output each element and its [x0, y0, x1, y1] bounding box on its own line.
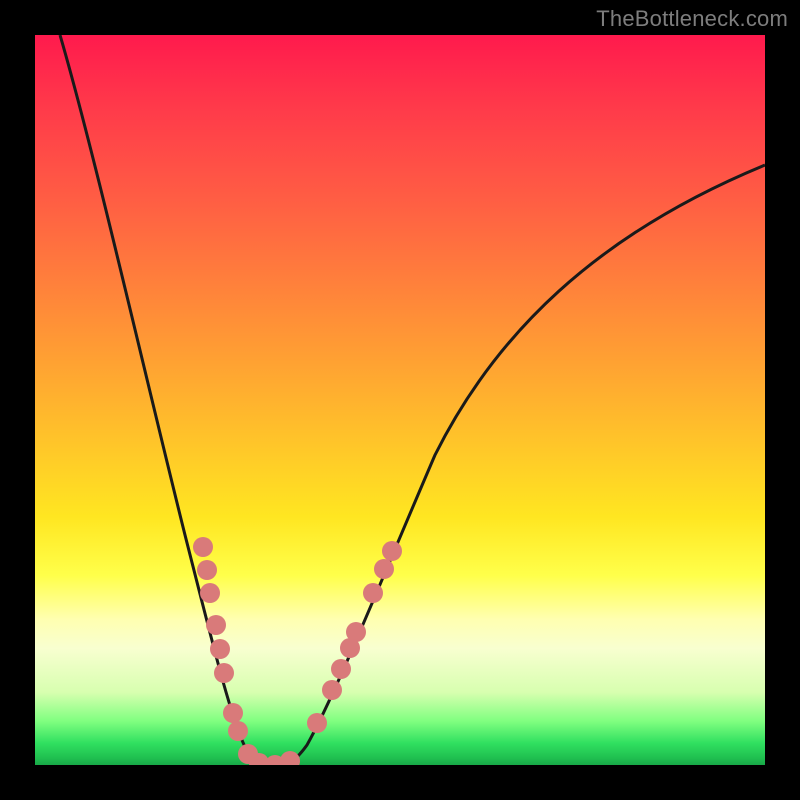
curve-marker — [206, 615, 226, 635]
curve-marker — [322, 680, 342, 700]
watermark-text: TheBottleneck.com — [596, 6, 788, 32]
bottleneck-curve — [60, 35, 765, 765]
curve-marker — [197, 560, 217, 580]
curve-marker — [200, 583, 220, 603]
curve-marker — [363, 583, 383, 603]
curve-marker — [382, 541, 402, 561]
plot-area — [35, 35, 765, 765]
markers-group — [193, 537, 402, 765]
curve-marker — [346, 622, 366, 642]
curve-marker — [223, 703, 243, 723]
curve-marker — [228, 721, 248, 741]
curve-svg — [35, 35, 765, 765]
curve-marker — [193, 537, 213, 557]
curve-marker — [280, 751, 300, 765]
curve-marker — [210, 639, 230, 659]
chart-frame: TheBottleneck.com — [0, 0, 800, 800]
curve-marker — [214, 663, 234, 683]
curve-marker — [374, 559, 394, 579]
curve-marker — [307, 713, 327, 733]
curve-marker — [331, 659, 351, 679]
